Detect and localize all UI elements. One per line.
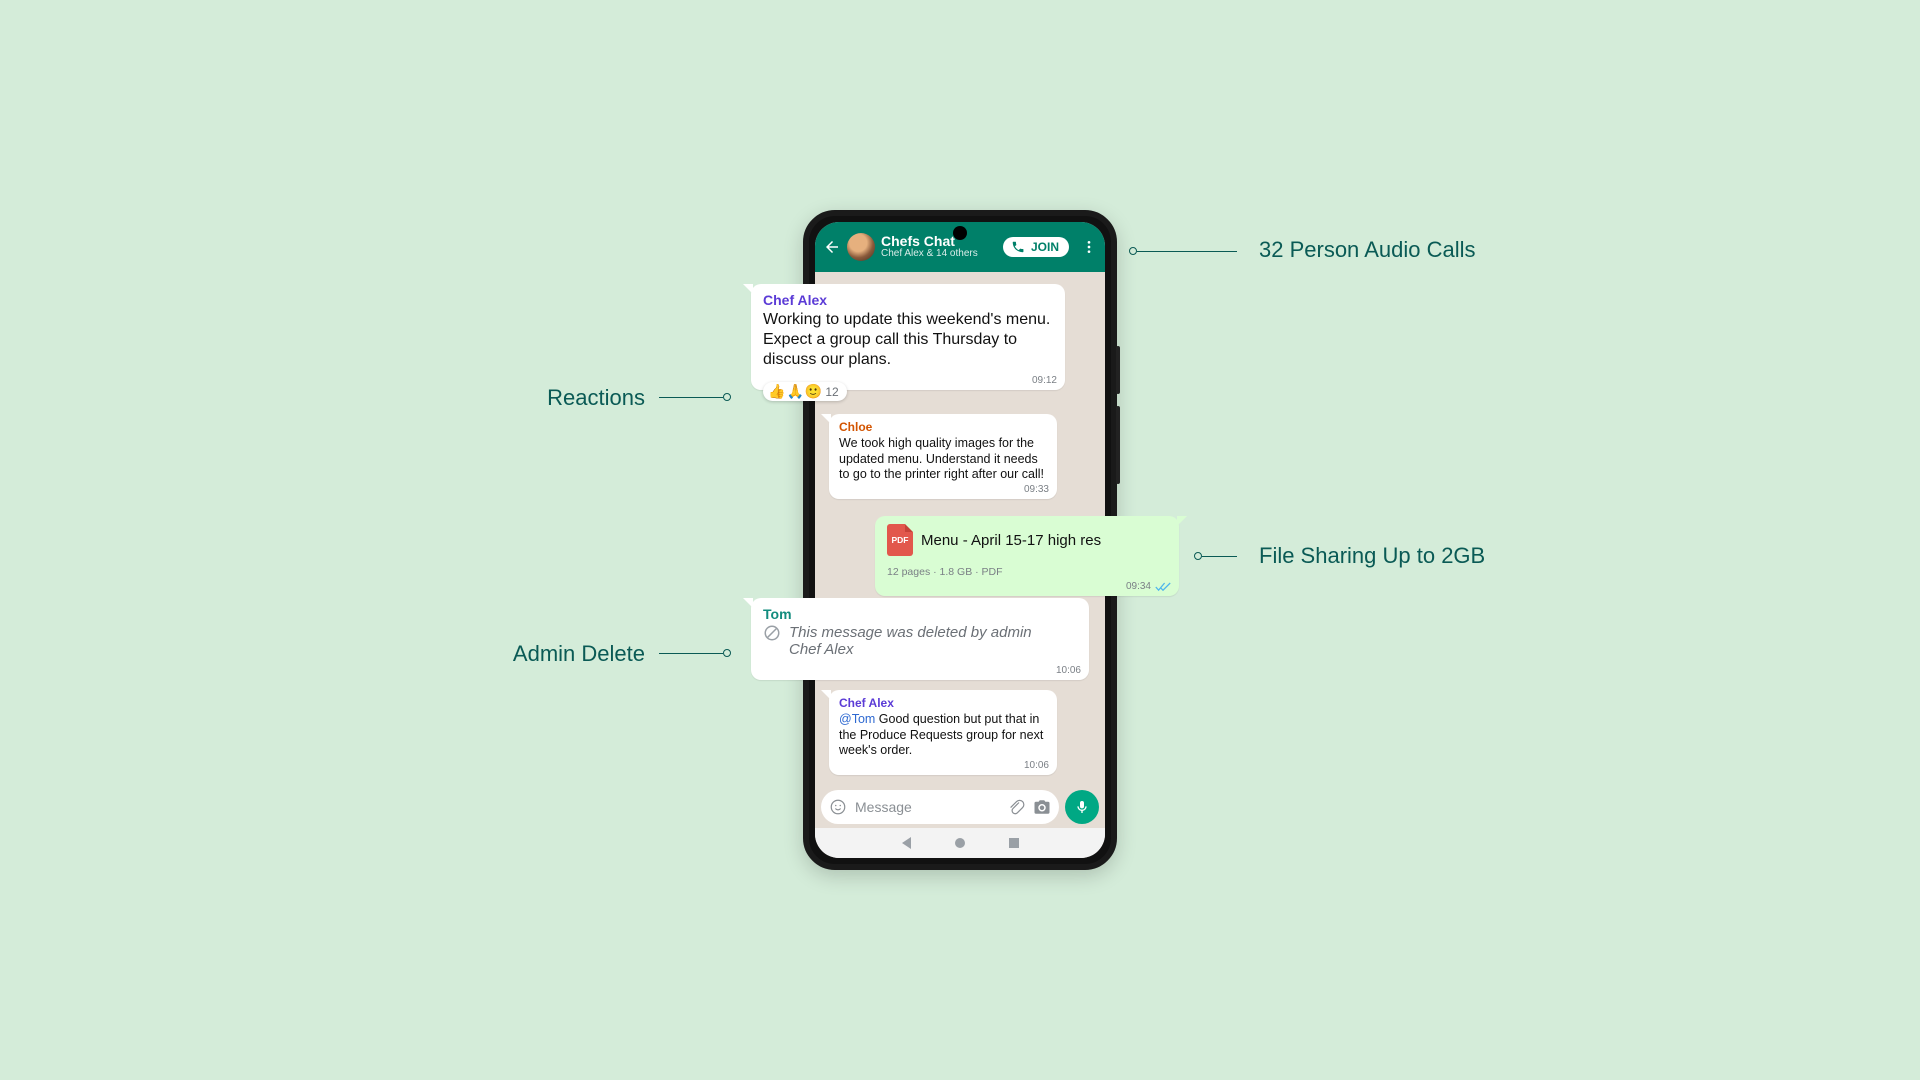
callout-reactions-text: Reactions (547, 385, 645, 410)
message-time: 10:06 (1024, 760, 1049, 771)
chat-scroll[interactable]: Chef Alex Working to update this weekend… (815, 272, 1105, 788)
phone-frame: Chefs Chat Chef Alex & 14 others JOIN Ch… (803, 210, 1117, 870)
message-body: Working to update this weekend's menu. E… (763, 310, 1055, 370)
reaction-emoji: 👍 (768, 383, 785, 400)
message-bubble[interactable]: Chef Alex @Tom Good question but put tha… (829, 690, 1057, 775)
reaction-emoji: 🙂 (805, 383, 822, 400)
chat-subtitle: Chef Alex & 14 others (881, 249, 978, 260)
reactions-pill[interactable]: 👍 🙏 🙂 12 (763, 382, 847, 401)
input-placeholder: Message (855, 799, 912, 815)
chat-input-row: Message (821, 790, 1099, 824)
message-time: 09:12 (1032, 375, 1057, 386)
chat-input[interactable]: Message (821, 790, 1059, 824)
message-time: 10:06 (1056, 665, 1081, 676)
attach-icon[interactable] (1007, 798, 1025, 816)
file-meta: 12 pages · 1.8 GB · PDF (887, 566, 1003, 578)
menu-icon[interactable] (1081, 239, 1097, 255)
deleted-icon (763, 624, 781, 642)
callout-reactions: Reactions (475, 385, 645, 411)
join-label: JOIN (1031, 240, 1059, 254)
back-icon[interactable] (823, 238, 841, 256)
sender-name: Chef Alex (763, 292, 1055, 308)
nav-home-icon[interactable] (955, 838, 965, 848)
sender-name: Chloe (839, 420, 1049, 434)
camera-icon[interactable] (1033, 798, 1051, 816)
mic-button[interactable] (1065, 790, 1099, 824)
callout-file-text: File Sharing Up to 2GB (1259, 543, 1485, 568)
sender-name: Chef Alex (839, 696, 1049, 710)
callout-audio: 32 Person Audio Calls (1259, 237, 1475, 263)
callout-admin-text: Admin Delete (513, 641, 645, 666)
emoji-icon[interactable] (829, 798, 847, 816)
callout-file: File Sharing Up to 2GB (1259, 543, 1485, 569)
phone-screen: Chefs Chat Chef Alex & 14 others JOIN Ch… (815, 222, 1105, 858)
read-ticks-icon (1155, 582, 1171, 592)
avatar[interactable] (847, 233, 875, 261)
callout-audio-text: 32 Person Audio Calls (1259, 237, 1475, 262)
pdf-icon: PDF (887, 524, 913, 556)
message-bubble-deleted[interactable]: Tom This message was deleted by admin Ch… (751, 598, 1089, 680)
join-call-button[interactable]: JOIN (1003, 237, 1069, 257)
message-time: 09:33 (1024, 484, 1049, 495)
message-bubble-file[interactable]: PDF Menu - April 15-17 high res 12 pages… (875, 516, 1179, 596)
nav-back-icon[interactable] (902, 837, 911, 849)
sender-name: Tom (763, 606, 1051, 622)
reaction-count: 12 (825, 385, 838, 399)
mention[interactable]: @Tom (839, 712, 875, 726)
file-name: Menu - April 15-17 high res (921, 532, 1101, 549)
android-nav-bar (815, 828, 1105, 858)
message-body: We took high quality images for the upda… (839, 436, 1049, 483)
reaction-emoji: 🙏 (786, 383, 803, 400)
message-body: This message was deleted by admin Chef A… (789, 624, 1051, 658)
message-bubble[interactable]: Chloe We took high quality images for th… (829, 414, 1057, 499)
nav-recent-icon[interactable] (1009, 838, 1019, 848)
callout-admin-delete: Admin Delete (445, 641, 645, 667)
message-time: 09:34 (1126, 581, 1151, 592)
message-bubble[interactable]: Chef Alex Working to update this weekend… (751, 284, 1065, 390)
